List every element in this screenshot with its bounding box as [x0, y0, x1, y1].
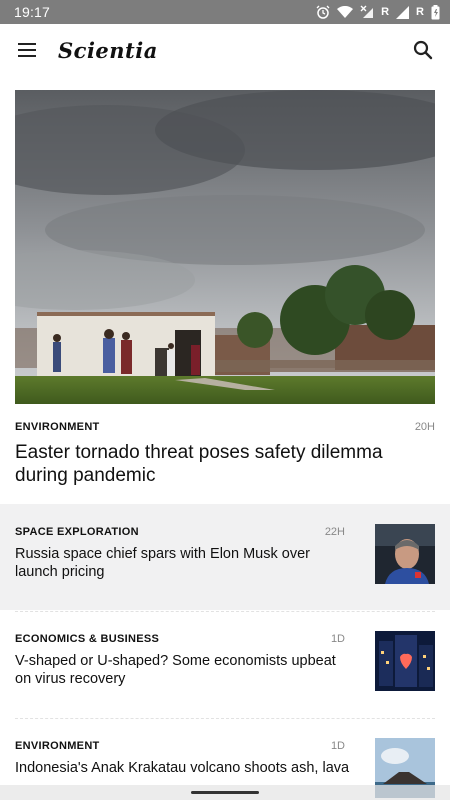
app-logo: Scientia: [58, 37, 158, 63]
status-time: 19:17: [14, 4, 51, 20]
status-icons: R R: [316, 4, 440, 20]
hero-category[interactable]: ENVIRONMENT: [15, 421, 100, 433]
story-divider: [15, 611, 435, 612]
search-icon[interactable]: [410, 37, 436, 63]
roaming-label-2: R: [416, 6, 424, 18]
story-title[interactable]: Russia space chief spars with Elon Musk …: [15, 545, 350, 581]
story-category[interactable]: SPACE EXPLORATION: [15, 526, 139, 538]
story-thumbnail[interactable]: [375, 631, 435, 691]
story-category[interactable]: ECONOMICS & BUSINESS: [15, 633, 159, 645]
signal-icon: [396, 5, 410, 19]
story-item[interactable]: ECONOMICS & BUSINESS 1D V-shaped or U-sh…: [0, 611, 450, 717]
hero-age: 20H: [414, 421, 435, 433]
status-bar: 19:17 R R: [0, 0, 450, 24]
app-bar: Scientia: [0, 24, 450, 76]
hero-image[interactable]: [15, 90, 435, 404]
hero-meta: ENVIRONMENT 20H: [15, 421, 435, 433]
alarm-icon: [316, 5, 330, 19]
story-meta: ENVIRONMENT 1D: [15, 740, 345, 752]
wifi-icon: [337, 5, 354, 19]
story-meta: SPACE EXPLORATION 22H: [15, 526, 345, 538]
story-item[interactable]: SPACE EXPLORATION 22H Russia space chief…: [0, 504, 450, 610]
hamburger-menu-icon[interactable]: [14, 37, 40, 63]
story-thumbnail[interactable]: [375, 524, 435, 584]
story-age: 1D: [330, 740, 345, 752]
gesture-handle[interactable]: [191, 791, 259, 794]
story-age: 1D: [330, 633, 345, 645]
story-age: 22H: [324, 526, 345, 538]
story-category[interactable]: ENVIRONMENT: [15, 740, 100, 752]
story-title[interactable]: Indonesia's Anak Krakatau volcano shoots…: [15, 759, 350, 777]
story-divider: [15, 718, 435, 719]
roaming-label: R: [381, 6, 390, 18]
hero-title[interactable]: Easter tornado threat poses safety dilem…: [15, 441, 435, 487]
battery-icon: [431, 4, 440, 20]
story-title[interactable]: V-shaped or U-shaped? Some economists up…: [15, 652, 350, 688]
story-meta: ECONOMICS & BUSINESS 1D: [15, 633, 345, 645]
signal-x-icon: [360, 5, 374, 19]
